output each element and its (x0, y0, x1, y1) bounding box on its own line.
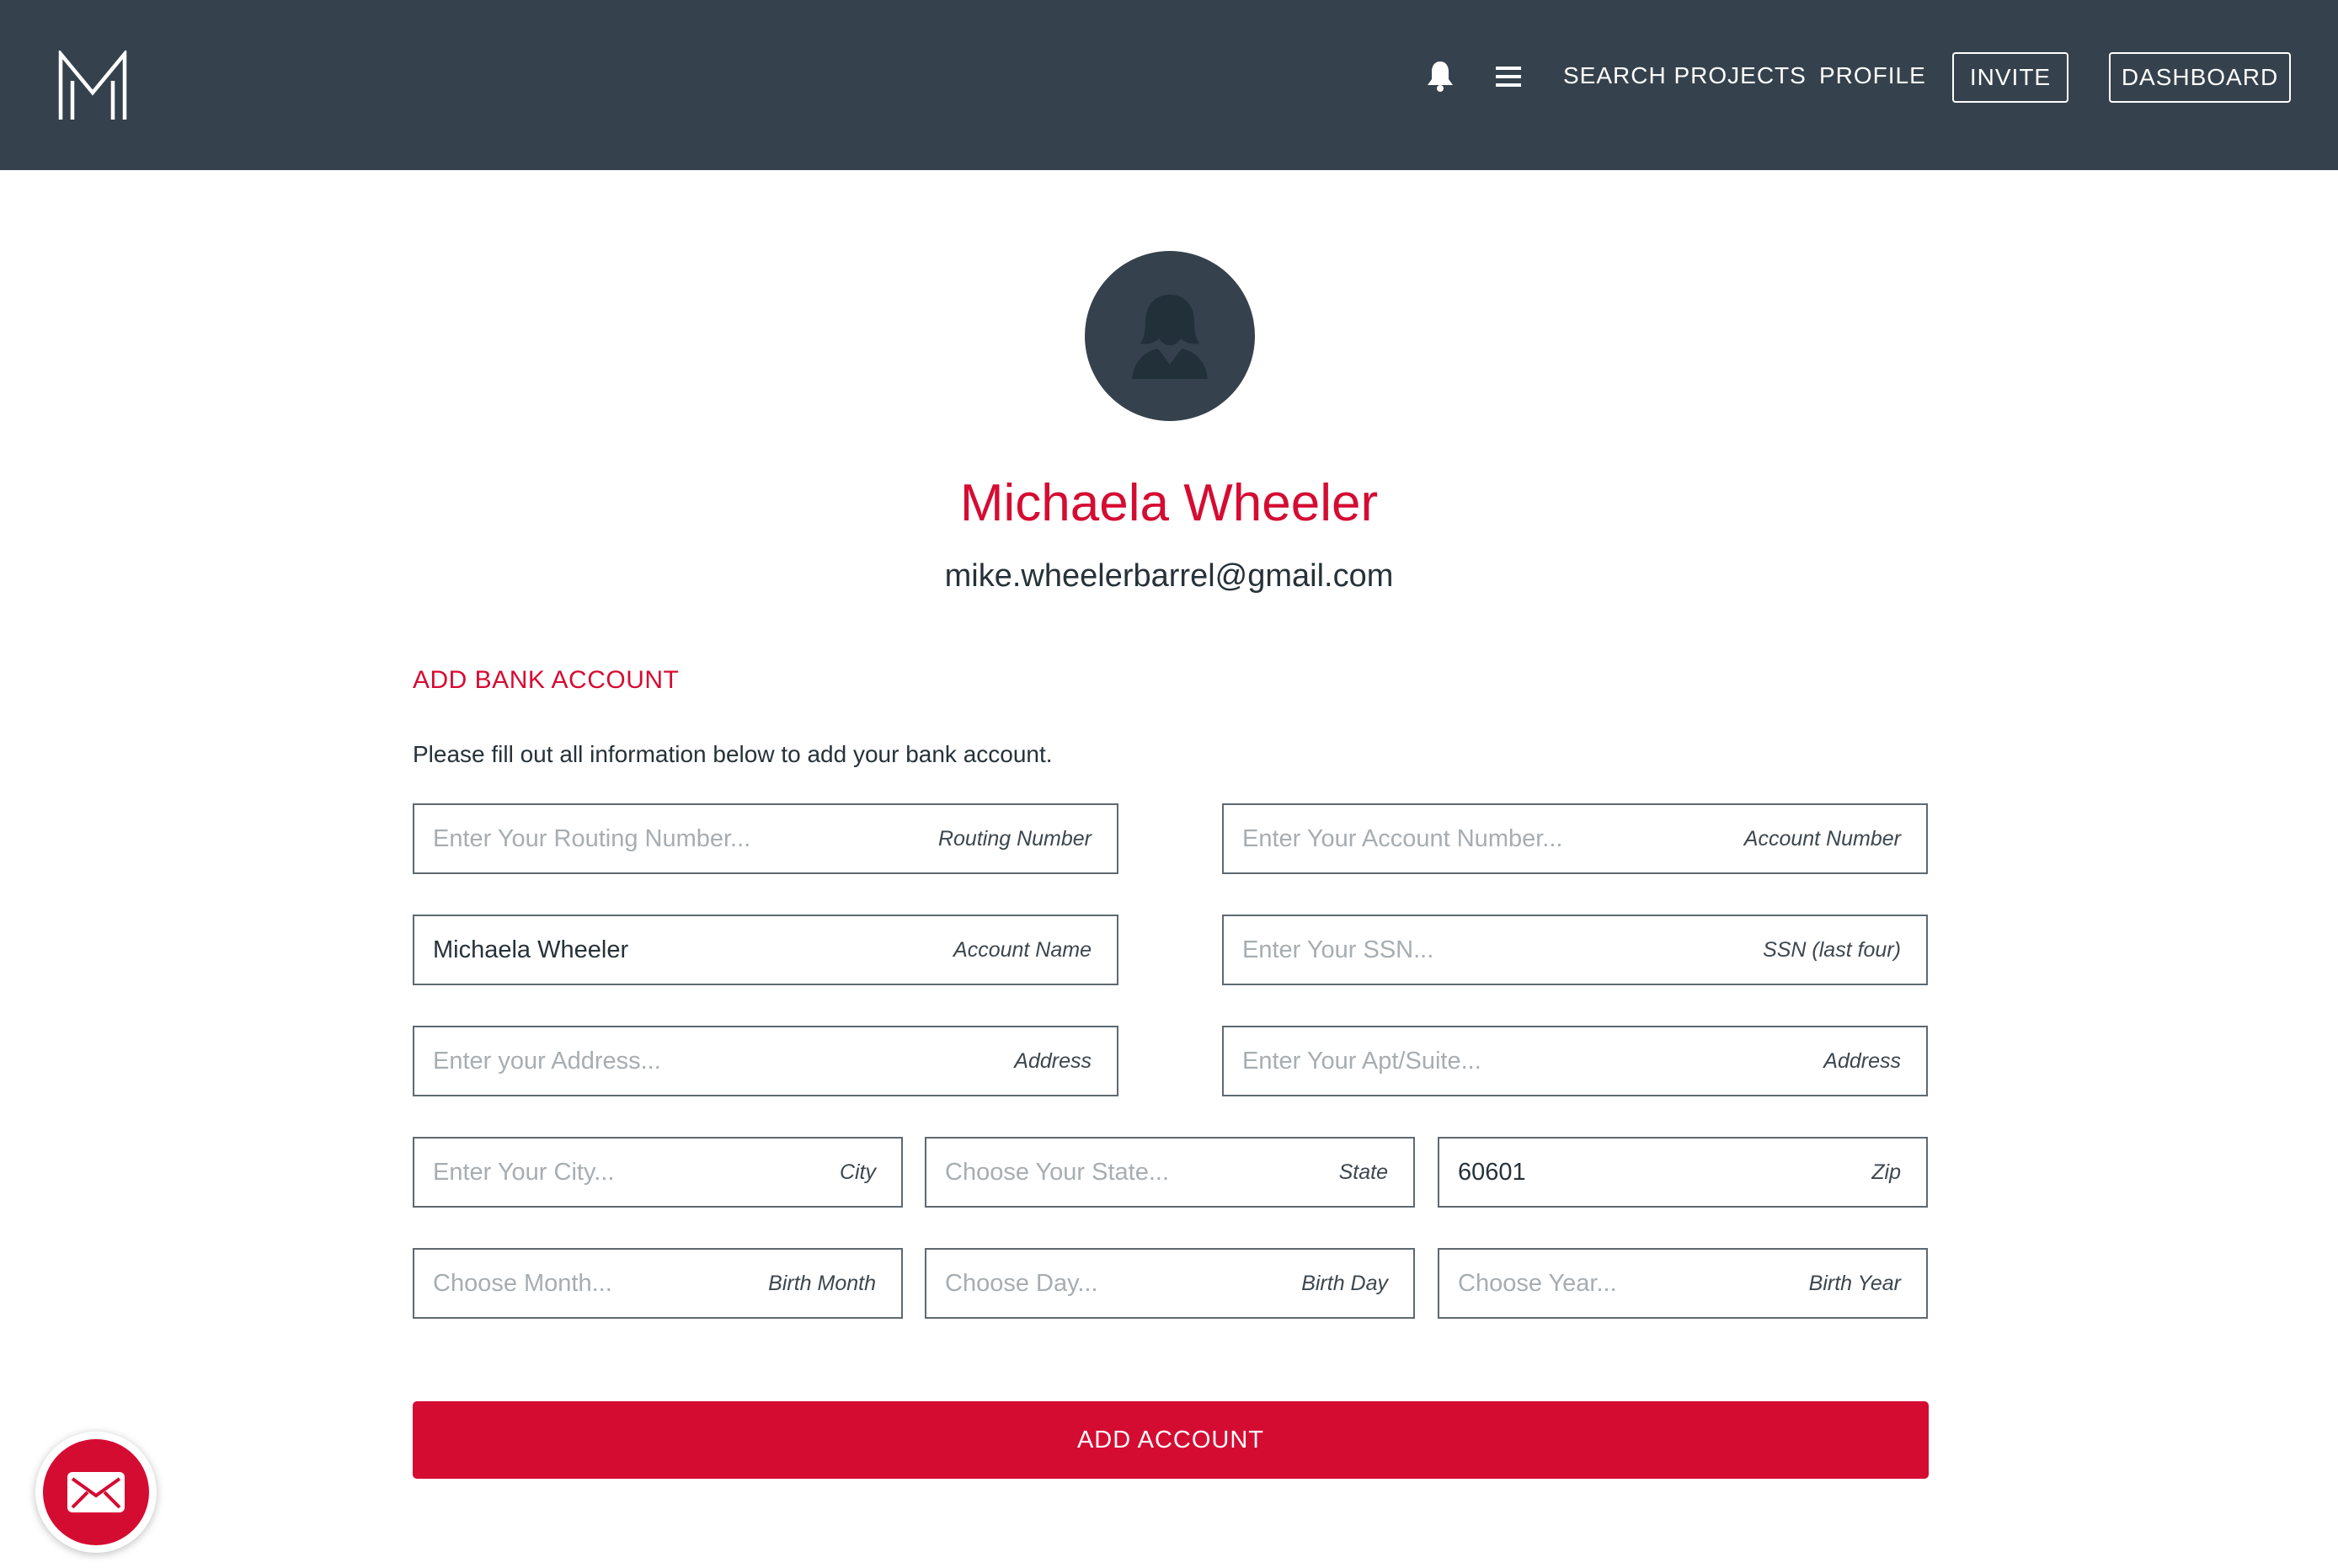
birth-year-label: Birth Year (1808, 1272, 1901, 1295)
address-field[interactable]: Enter your Address... Address (413, 1026, 1118, 1096)
message-button-inner (43, 1439, 149, 1545)
user-name: Michaela Wheeler (959, 474, 1379, 532)
envelope-icon (67, 1472, 125, 1512)
birth-day-select[interactable]: Choose Day... Birth Day (925, 1248, 1415, 1319)
account-name-field[interactable]: Michaela Wheeler Account Name (413, 915, 1118, 985)
m-logo-icon[interactable] (57, 48, 128, 121)
state-input[interactable]: Choose Your State... (945, 1157, 1329, 1187)
account-name-label: Account Name (953, 938, 1092, 962)
apt-suite-field[interactable]: Enter Your Apt/Suite... Address (1222, 1026, 1928, 1096)
account-number-label: Account Number (1743, 827, 1901, 851)
state-select[interactable]: Choose Your State... State (925, 1137, 1415, 1208)
address-label: Address (1014, 1049, 1092, 1073)
ssn-input[interactable]: Enter Your SSN... (1242, 935, 1753, 965)
account-number-input[interactable]: Enter Your Account Number... (1242, 824, 1734, 854)
routing-number-input[interactable]: Enter Your Routing Number... (433, 824, 928, 854)
city-label: City (839, 1160, 876, 1184)
city-input[interactable]: Enter Your City... (433, 1157, 830, 1187)
bell-icon[interactable] (1425, 59, 1455, 93)
apt-suite-input[interactable]: Enter Your Apt/Suite... (1242, 1046, 1813, 1076)
zip-label: Zip (1871, 1160, 1901, 1184)
avatar (1085, 251, 1255, 421)
zip-input[interactable]: 60601 (1458, 1157, 1861, 1187)
birth-month-select[interactable]: Choose Month... Birth Month (413, 1248, 903, 1319)
search-projects-link[interactable]: SEARCH PROJECTS (1563, 61, 1807, 91)
ssn-label: SSN (last four) (1763, 938, 1901, 962)
user-email: mike.wheelerbarrel@gmail.com (944, 558, 1394, 594)
birth-year-select[interactable]: Choose Year... Birth Year (1438, 1248, 1928, 1319)
birth-day-input[interactable]: Choose Day... (945, 1268, 1291, 1299)
message-button[interactable] (35, 1432, 157, 1553)
form-instructions: Please fill out all information below to… (413, 741, 1053, 767)
birth-month-label: Birth Month (768, 1272, 876, 1295)
hamburger-menu-icon[interactable] (1494, 64, 1523, 89)
user-silhouette-icon (1132, 295, 1208, 379)
birth-month-input[interactable]: Choose Month... (433, 1268, 758, 1299)
invite-button[interactable]: INVITE (1952, 52, 2068, 103)
city-field[interactable]: Enter Your City... City (413, 1137, 903, 1208)
section-title: ADD BANK ACCOUNT (413, 666, 680, 694)
add-account-button[interactable]: ADD ACCOUNT (413, 1401, 1929, 1479)
account-name-input[interactable]: Michaela Wheeler (433, 935, 943, 965)
ssn-field[interactable]: Enter Your SSN... SSN (last four) (1222, 915, 1928, 985)
birth-day-label: Birth Day (1301, 1272, 1388, 1295)
dashboard-button[interactable]: DASHBOARD (2109, 52, 2291, 103)
profile-link[interactable]: PROFILE (1819, 61, 1926, 91)
zip-field[interactable]: 60601 Zip (1438, 1137, 1928, 1208)
routing-number-field[interactable]: Enter Your Routing Number... Routing Num… (413, 803, 1118, 874)
address-input[interactable]: Enter your Address... (433, 1046, 1004, 1076)
routing-number-label: Routing Number (937, 827, 1092, 851)
state-label: State (1338, 1160, 1388, 1184)
apt-suite-label: Address (1823, 1049, 1901, 1073)
top-navigation-bar: SEARCH PROJECTS PROFILE INVITE DASHBOARD (0, 0, 2338, 170)
account-number-field[interactable]: Enter Your Account Number... Account Num… (1222, 803, 1928, 874)
birth-year-input[interactable]: Choose Year... (1458, 1268, 1799, 1299)
